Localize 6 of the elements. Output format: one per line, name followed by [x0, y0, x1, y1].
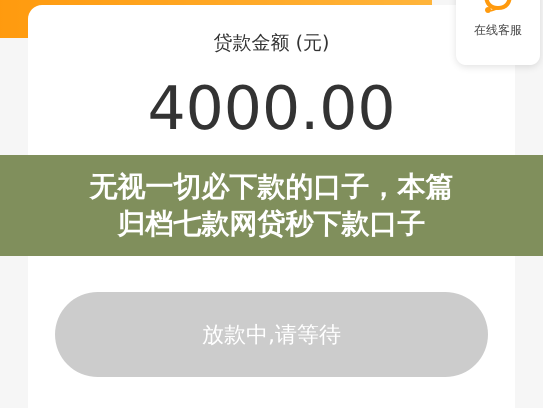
caption-line: 无视一切必下款的口子，本篇	[90, 169, 454, 206]
loan-amount: 4000.00	[147, 76, 396, 142]
loan-amount-label: 贷款金额 (元)	[214, 31, 330, 56]
caption-line: 归档七款网贷秒下款口子	[118, 206, 426, 242]
support-label: 在线客服	[474, 22, 522, 39]
support-button[interactable]: 在线客服	[456, 0, 540, 65]
